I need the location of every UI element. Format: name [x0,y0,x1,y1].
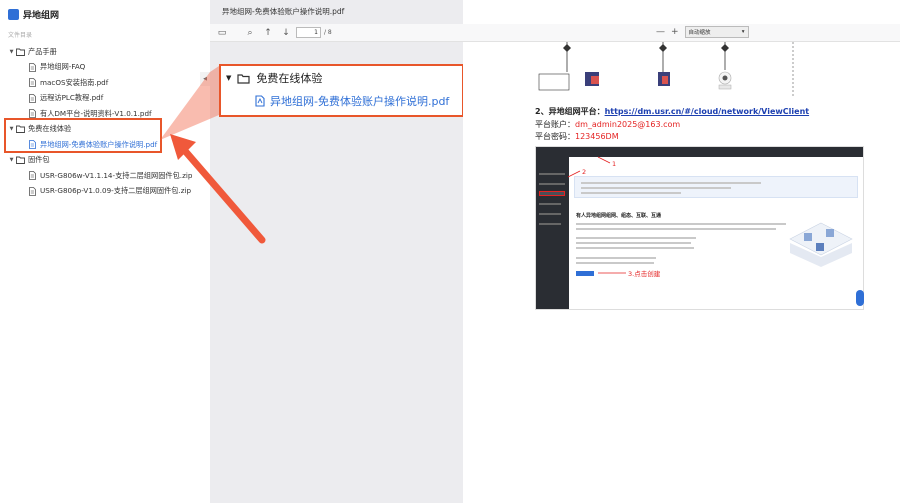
floating-help-button[interactable] [856,290,864,306]
brand: 异地组网 [8,6,59,22]
password-label: 平台密码： [535,132,575,141]
app-root: 异地组网 文件目录 ▼ 产品手册异地组网-FAQ macOS安装指南.pdf 远程访P… [0,0,900,503]
password-value: 123456DM [575,132,619,141]
brand-name: 异地组网 [23,10,60,21]
directory-label: 文件目录 [8,32,33,39]
folder-icon [237,73,250,84]
sidebar-toggle-icon[interactable]: ▭ [216,28,228,38]
tree-item-label: 固件包 [28,155,50,165]
tree-file[interactable]: macOS安装指南.pdf [0,75,210,91]
zoom-out-button[interactable]: — [656,27,665,37]
zoom-select[interactable]: 自动缩放 ▾ [684,26,749,38]
tree-folder[interactable]: ▼ 产品手册 [0,44,210,60]
file-icon [27,62,37,72]
tree-file[interactable]: 远程访PLC教程.pdf [0,91,210,107]
callout-file-label: 异地组网-免费体验账户操作说明.pdf [270,95,450,108]
caret-down-icon[interactable]: ▼ [8,49,15,55]
file-icon [27,109,37,119]
callout-folder-row: ▼ 免费在线体验 [226,70,322,86]
file-icon [27,78,37,88]
tree-item-label: USR-G806p-V1.0.09-支持二层组网固件包.zip [40,186,192,196]
file-icon [27,186,37,196]
account-label: 平台账户： [535,120,575,129]
file-icon [27,171,37,181]
document-title: 异地组网-免费体验账户操作说明.pdf [222,7,345,16]
pdf-file-icon [255,95,265,107]
viewer-toolbar: ▭ ⌕ ↑ ↓ 1 / 8 — + 自动缩放 ▾ [210,24,900,42]
chevron-down-icon: ▾ [741,29,745,35]
tree-item-label: macOS安装指南.pdf [40,77,109,87]
platform-link[interactable]: https://dm.usr.cn/#/cloud/network/ViewCl… [605,107,810,116]
collapse-sidebar-button[interactable]: ◀ [200,72,210,86]
zoom-in-button[interactable]: + [671,27,679,37]
arrow-down-icon[interactable]: ↓ [280,28,292,38]
tree-item-label: USR-G806w-V1.1.14-支持二层组网固件包.zip [40,170,193,180]
sidebar: 异地组网 文件目录 ▼ 产品手册异地组网-FAQ macOS安装指南.pdf 远程访P… [0,0,210,503]
section-row: 2、异地组网平台：https://dm.usr.cn/#/cloud/netwo… [535,106,809,117]
zoom-controls: — + 自动缩放 ▾ [656,26,749,38]
tree-folder[interactable]: ▼ 固件包 [0,153,210,169]
brand-logo-icon [8,8,19,20]
page-total: / 8 [324,29,332,36]
caret-down-icon[interactable]: ▼ [8,157,15,163]
account-row: 平台账户：dm_admin2025@163.com [535,119,680,130]
callout-folder-label: 免费在线体验 [256,72,323,85]
folder-icon [15,48,25,56]
account-value: dm_admin2025@163.com [575,120,681,129]
folder-icon [15,156,25,165]
tree-item-label: 远程访PLC教程.pdf [40,93,104,103]
network-diagram [538,42,794,98]
page-number-input[interactable]: 1 [296,27,321,38]
password-row: 平台密码：123456DM [535,131,619,142]
arrow-up-icon[interactable]: ↑ [262,28,274,38]
embedded-screenshot: 有人异地组网组网、组态、互联、互通 1 2 3.点击创建 [535,146,864,310]
search-icon[interactable]: ⌕ [244,28,256,38]
tree-item-label: 异地组网-FAQ [40,62,86,72]
section-label: 2、异地组网平台： [535,107,605,116]
tree-file[interactable]: USR-G806p-V1.0.09-支持二层组网固件包.zip [0,184,210,200]
tree-file[interactable]: 异地组网-FAQ [0,60,210,76]
tree-item-label: 产品手册 [28,46,57,56]
file-icon [27,93,37,103]
callout-file-row: 异地组网-免费体验账户操作说明.pdf [255,93,449,109]
highlight-box-callout: ▼ 免费在线体验 异地组网-免费体验账户操作说明.pdf [219,64,464,117]
zoom-select-value: 自动缩放 [688,30,711,36]
tree-file[interactable]: USR-G806w-V1.1.14-支持二层组网固件包.zip [0,168,210,184]
embedded-arrows [567,156,626,274]
caret-down-icon: ▼ [226,74,232,82]
highlight-box-sidebar [4,118,162,153]
pdf-page: 2、异地组网平台：https://dm.usr.cn/#/cloud/netwo… [463,42,900,503]
